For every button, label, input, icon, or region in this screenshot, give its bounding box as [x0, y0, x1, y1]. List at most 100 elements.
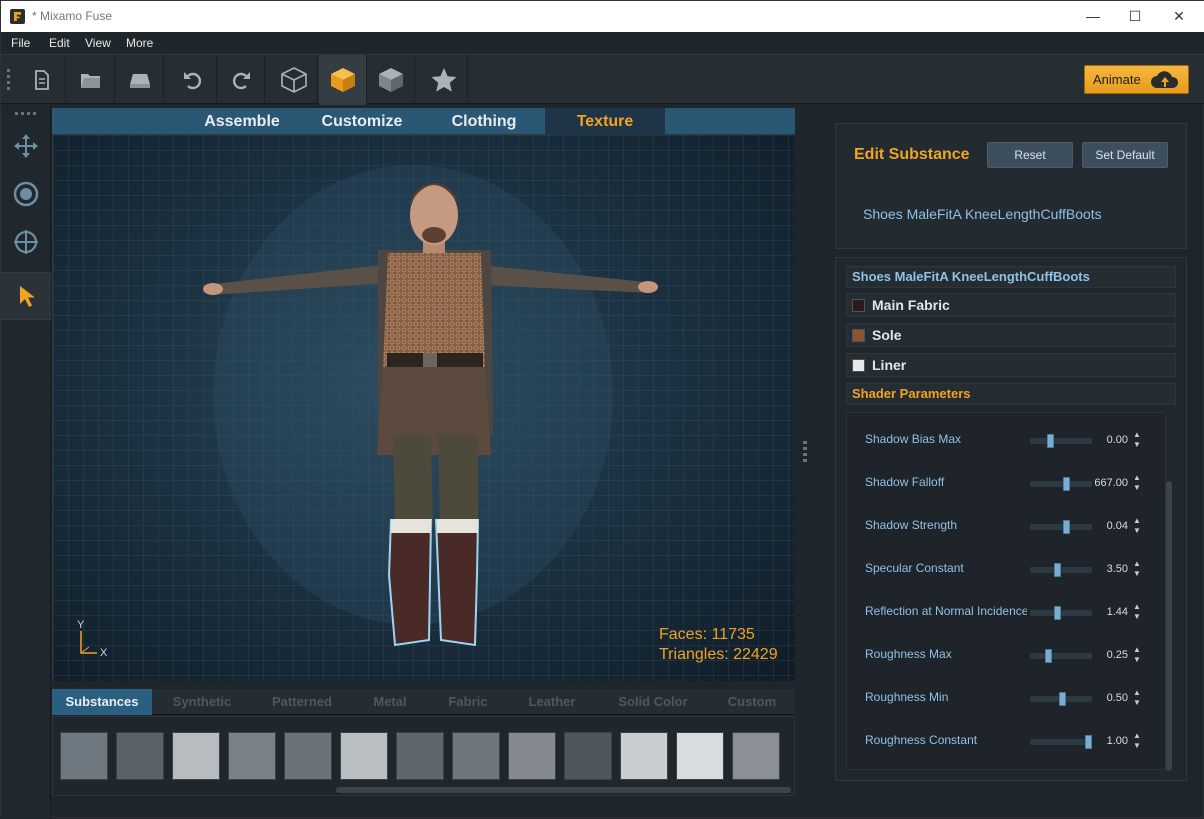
tab-leather[interactable]: Leather: [508, 689, 596, 715]
animate-button[interactable]: Animate: [1084, 65, 1189, 94]
spinner-arrows-icon[interactable]: ▲ ▼: [1133, 516, 1143, 536]
spinner-arrows-icon[interactable]: ▲ ▼: [1133, 430, 1143, 450]
maximize-button[interactable]: ☐: [1120, 6, 1150, 26]
substance-swatch[interactable]: [396, 732, 444, 780]
3d-viewport[interactable]: Y X Faces: 11735 Triangles: 22429: [52, 135, 795, 681]
spinner-arrows-icon[interactable]: ▲ ▼: [1133, 731, 1143, 751]
parameter-value[interactable]: 667.00: [1094, 477, 1128, 489]
substance-swatch[interactable]: [620, 732, 668, 780]
parameter-slider[interactable]: [1030, 477, 1092, 491]
shaded-view-button[interactable]: [367, 55, 415, 105]
parameter-slider[interactable]: [1030, 692, 1092, 706]
tab-metal[interactable]: Metal: [352, 689, 428, 715]
substance-swatch[interactable]: [564, 732, 612, 780]
toolbar: Animate: [1, 54, 1204, 105]
slider-thumb[interactable]: [1054, 606, 1061, 620]
target-tool-button[interactable]: [1, 218, 51, 266]
parameter-slider[interactable]: [1030, 649, 1092, 663]
left-toolbar-grip-icon[interactable]: [15, 112, 37, 115]
favorite-button[interactable]: [420, 55, 468, 105]
new-file-button[interactable]: [18, 55, 66, 105]
save-drive-icon: [129, 74, 150, 88]
parameter-slider[interactable]: [1030, 735, 1092, 749]
parameter-value[interactable]: 0.25: [1107, 649, 1128, 661]
shader-parameter-row: Roughness Min 0.50 ▲ ▼: [847, 683, 1167, 713]
menu-view[interactable]: View: [85, 36, 111, 50]
slider-thumb[interactable]: [1063, 520, 1070, 534]
tab-assemble[interactable]: Assemble: [182, 108, 302, 135]
spinner-arrows-icon[interactable]: ▲ ▼: [1133, 473, 1143, 493]
material-liner[interactable]: Liner: [846, 353, 1176, 377]
move-tool-button[interactable]: [1, 122, 51, 170]
object-group-header[interactable]: Shoes MaleFitA KneeLengthCuffBoots: [846, 266, 1176, 288]
slider-thumb[interactable]: [1045, 649, 1052, 663]
selected-object-name: Shoes MaleFitA KneeLengthCuffBoots: [863, 206, 1102, 222]
close-button[interactable]: ✕: [1164, 6, 1194, 26]
open-folder-button[interactable]: [67, 55, 115, 105]
parameter-value[interactable]: 0.04: [1107, 520, 1128, 532]
save-button[interactable]: [116, 55, 164, 105]
substance-swatch[interactable]: [116, 732, 164, 780]
tab-substances[interactable]: Substances: [52, 689, 152, 715]
menu-more[interactable]: More: [126, 36, 153, 50]
shader-parameter-row: Roughness Max 0.25 ▲ ▼: [847, 640, 1167, 670]
menu-file[interactable]: File: [11, 36, 30, 50]
axis-gizmo: Y X: [73, 619, 113, 664]
character-model[interactable]: [53, 135, 795, 681]
substance-swatch[interactable]: [228, 732, 276, 780]
slider-thumb[interactable]: [1085, 735, 1092, 749]
tab-patterned[interactable]: Patterned: [252, 689, 352, 715]
swatch-scrollbar[interactable]: [336, 787, 791, 793]
slider-thumb[interactable]: [1059, 692, 1066, 706]
tab-synthetic[interactable]: Synthetic: [152, 689, 252, 715]
parameter-slider[interactable]: [1030, 563, 1092, 577]
sole-color-chip: [852, 329, 865, 342]
spinner-arrows-icon[interactable]: ▲ ▼: [1133, 688, 1143, 708]
spinner-arrows-icon[interactable]: ▲ ▼: [1133, 559, 1143, 579]
set-default-button[interactable]: Set Default: [1082, 142, 1168, 168]
substance-swatch[interactable]: [340, 732, 388, 780]
parameter-value[interactable]: 0.50: [1107, 692, 1128, 704]
tab-texture[interactable]: Texture: [545, 108, 665, 135]
slider-thumb[interactable]: [1063, 477, 1070, 491]
panel-splitter[interactable]: [803, 441, 807, 463]
substance-swatch[interactable]: [60, 732, 108, 780]
redo-button[interactable]: [217, 55, 265, 105]
substance-swatch[interactable]: [508, 732, 556, 780]
parameter-value[interactable]: 1.00: [1107, 735, 1128, 747]
substance-swatch[interactable]: [676, 732, 724, 780]
slider-thumb[interactable]: [1047, 434, 1054, 448]
tab-solid-color[interactable]: Solid Color: [596, 689, 710, 715]
substance-swatch[interactable]: [732, 732, 780, 780]
parameter-slider[interactable]: [1030, 434, 1092, 448]
parameter-value[interactable]: 0.00: [1107, 434, 1128, 446]
tab-custom[interactable]: Custom: [710, 689, 794, 715]
tab-clothing[interactable]: Clothing: [423, 108, 545, 135]
parameter-slider[interactable]: [1030, 606, 1092, 620]
substance-swatch[interactable]: [172, 732, 220, 780]
substance-swatch[interactable]: [284, 732, 332, 780]
material-main-fabric[interactable]: Main Fabric: [846, 293, 1176, 317]
spinner-arrows-icon[interactable]: ▲ ▼: [1133, 645, 1143, 665]
shader-parameters-header[interactable]: Shader Parameters: [846, 383, 1176, 405]
parameter-value[interactable]: 1.44: [1107, 606, 1128, 618]
reset-button[interactable]: Reset: [987, 142, 1073, 168]
solid-view-button[interactable]: [319, 55, 367, 105]
tab-customize[interactable]: Customize: [302, 108, 422, 135]
minimize-button[interactable]: —: [1078, 6, 1108, 26]
parameters-scrollbar[interactable]: [1166, 481, 1172, 771]
rotate-tool-button[interactable]: [1, 170, 51, 218]
undo-button[interactable]: [169, 55, 217, 105]
parameter-value[interactable]: 3.50: [1107, 563, 1128, 575]
menu-edit[interactable]: Edit: [49, 36, 70, 50]
wireframe-view-button[interactable]: [270, 55, 318, 105]
parameter-slider[interactable]: [1030, 520, 1092, 534]
slider-thumb[interactable]: [1054, 563, 1061, 577]
material-sole[interactable]: Sole: [846, 323, 1176, 347]
select-arrow-icon: [20, 286, 35, 307]
spinner-arrows-icon[interactable]: ▲ ▼: [1133, 602, 1143, 622]
tab-fabric[interactable]: Fabric: [428, 689, 508, 715]
select-tool-button[interactable]: [1, 272, 51, 320]
toolbar-grip-icon[interactable]: [7, 69, 10, 91]
substance-swatch[interactable]: [452, 732, 500, 780]
